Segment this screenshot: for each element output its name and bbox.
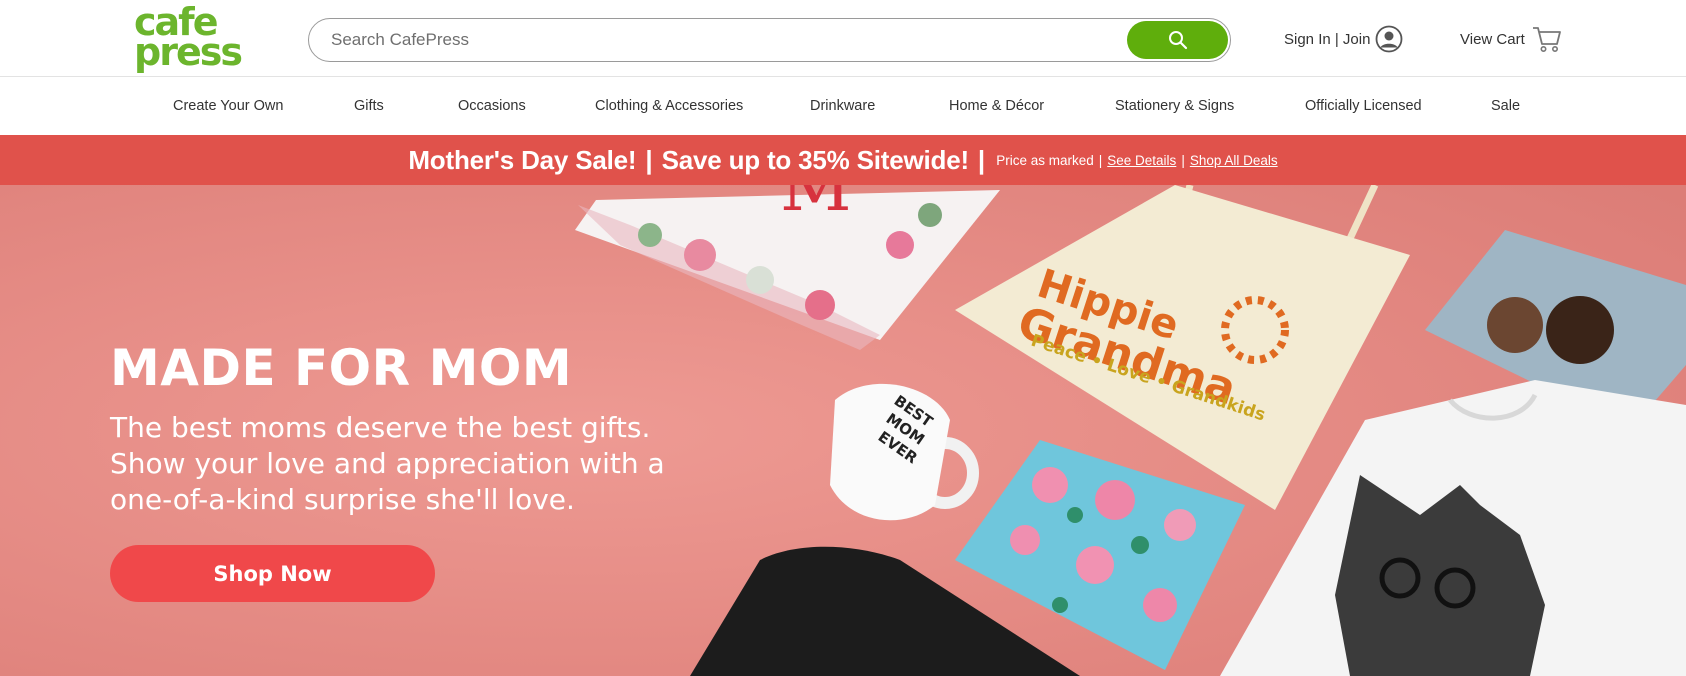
cafepress-logo[interactable]: cafe press [134, 3, 243, 74]
cart-icon [1532, 27, 1561, 52]
promo-headline: Mother's Day Sale! [408, 144, 637, 175]
promo-banner: Mother's Day Sale! | Save up to 35% Site… [0, 135, 1686, 185]
nav-item-drinkware[interactable]: Drinkware [810, 78, 875, 135]
promo-link-divider: | [1181, 152, 1185, 168]
shop-now-label: Shop Now [213, 561, 332, 586]
sign-in-link[interactable]: Sign In | Join [1284, 22, 1403, 56]
shop-all-deals-link[interactable]: Shop All Deals [1190, 153, 1278, 168]
main-nav: Create Your Own Gifts Occasions Clothing… [0, 78, 1686, 135]
search-icon [1168, 31, 1187, 50]
search-button[interactable] [1127, 21, 1228, 59]
promo-note: Price as marked [996, 152, 1094, 168]
sign-in-label: Sign In | Join [1284, 30, 1371, 48]
promo-divider: | [977, 144, 986, 175]
search-bar [308, 18, 1231, 62]
hero-copy: The best moms deserve the best gifts. Sh… [110, 411, 665, 516]
hero-banner: M Hippie Grandma Peace • Love • Grandkid… [0, 185, 1686, 676]
site-header: cafe press Sign In | Join View Cart [0, 0, 1686, 77]
nav-item-create-your-own[interactable]: Create Your Own [173, 78, 283, 135]
promo-offer: Save up to 35% Sitewide! [661, 144, 969, 175]
nav-item-officially-licensed[interactable]: Officially Licensed [1305, 78, 1422, 135]
search-input[interactable] [331, 19, 1111, 61]
nav-item-stationery-signs[interactable]: Stationery & Signs [1115, 78, 1234, 135]
nav-item-sale[interactable]: Sale [1491, 78, 1520, 135]
shop-now-button[interactable]: Shop Now [110, 545, 435, 602]
hero-title: MADE FOR MOM [110, 339, 573, 397]
view-cart-link[interactable]: View Cart [1460, 22, 1563, 56]
nav-item-gifts[interactable]: Gifts [354, 78, 384, 135]
logo-line-2: press [134, 29, 243, 74]
promo-divider: | [645, 144, 653, 175]
nav-item-clothing-accessories[interactable]: Clothing & Accessories [595, 78, 743, 135]
cart-label: View Cart [1460, 30, 1525, 48]
promo-link-divider: | [1098, 152, 1103, 168]
nav-item-home-decor[interactable]: Home & Décor [949, 78, 1044, 135]
user-circle-icon [1376, 25, 1403, 53]
pillow-monogram: M [780, 185, 852, 227]
nav-item-occasions[interactable]: Occasions [458, 78, 526, 135]
see-details-link[interactable]: See Details [1107, 153, 1176, 168]
